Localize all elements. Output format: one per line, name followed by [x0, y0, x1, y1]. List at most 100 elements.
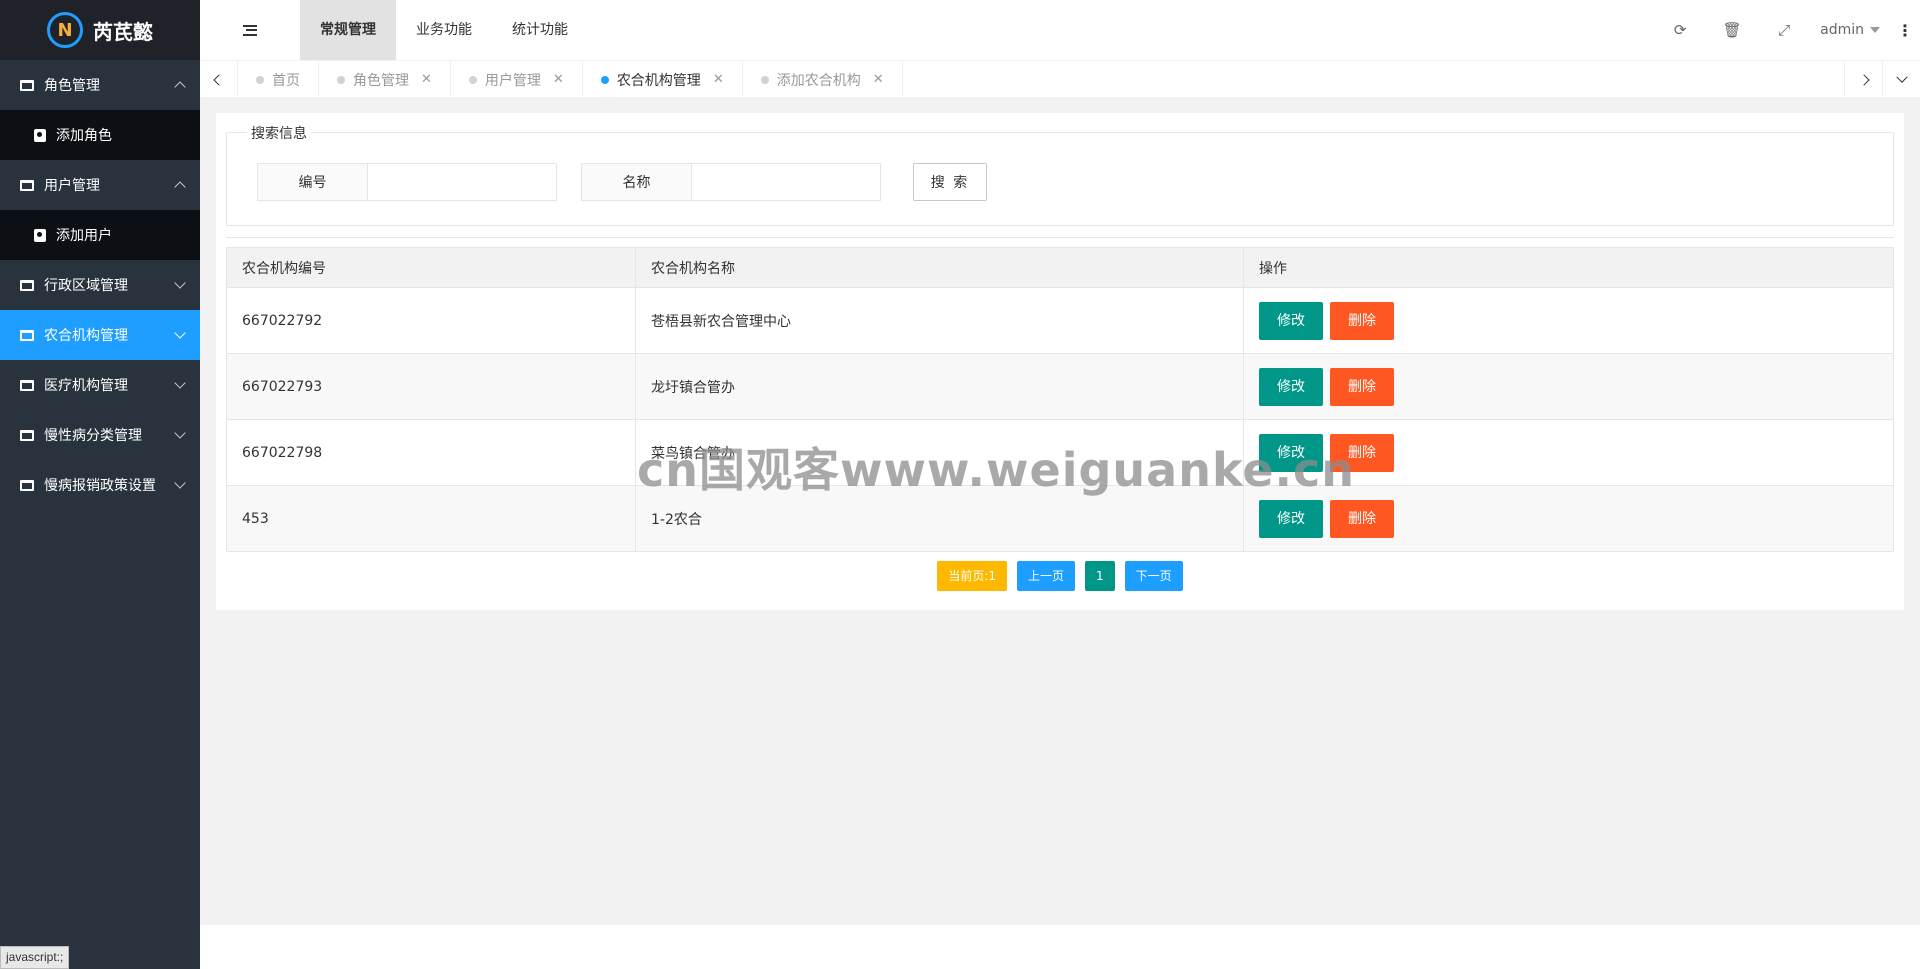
user-name: admin	[1820, 22, 1864, 38]
tab-dot-icon	[600, 75, 609, 84]
sidebar-item-label: 角色管理	[44, 78, 100, 94]
org-id-cell: 667022792	[226, 287, 636, 354]
close-icon[interactable]: ✕	[873, 72, 884, 87]
sidebar-item-label: 行政区域管理	[44, 278, 128, 294]
top-menu-business[interactable]: 业务功能	[396, 0, 492, 60]
chevron-down-icon	[174, 277, 186, 289]
tab-add-coop-org[interactable]: 添加农合机构 ✕	[743, 61, 903, 98]
sidebar-item-user[interactable]: 用户管理	[0, 160, 200, 210]
contact-icon	[34, 128, 46, 142]
trash-icon[interactable]: 🗑︎	[1706, 0, 1758, 60]
next-page-button[interactable]: 下一页	[1124, 561, 1183, 591]
id-input[interactable]	[367, 163, 557, 201]
top-header: 常规管理 业务功能 统计功能 ⟳ 🗑︎ ⤢ admin ⋮	[200, 0, 1920, 60]
org-name-cell: 龙圩镇合管办	[635, 353, 1244, 420]
indent-icon	[243, 24, 257, 36]
watermark: cn国观客www.weiguanke.cn	[637, 443, 1356, 497]
tab-coop-org[interactable]: 农合机构管理 ✕	[583, 61, 743, 98]
name-input[interactable]	[691, 163, 881, 201]
refresh-icon[interactable]: ⟳	[1654, 0, 1706, 60]
close-icon[interactable]: ✕	[553, 72, 564, 87]
sidebar-item-medical-org[interactable]: 医疗机构管理	[0, 360, 200, 410]
edit-button[interactable]: 修改	[1259, 499, 1323, 538]
user-menu[interactable]: admin	[1810, 22, 1890, 38]
logo-icon: N	[47, 12, 83, 48]
table-header-row: 农合机构编号 农合机构名称 操作	[226, 247, 1894, 288]
tab-label: 添加农合机构	[776, 72, 861, 89]
logo[interactable]: N 芮芪懿	[0, 0, 200, 60]
chevron-up-icon	[174, 181, 186, 193]
sidebar-item-role[interactable]: 角色管理	[0, 60, 200, 110]
pagination: 当前页:1 上一页 1 下一页	[216, 561, 1904, 591]
column-header[interactable]: 农合机构名称	[635, 247, 1244, 288]
tab-label: 农合机构管理	[616, 72, 701, 89]
sidebar-item-region[interactable]: 行政区域管理	[0, 260, 200, 310]
delete-button[interactable]: 删除	[1330, 499, 1394, 538]
sidebar-subitem-label: 添加用户	[56, 228, 112, 244]
sidebar-subitem-add-user[interactable]: 添加用户	[0, 210, 200, 260]
sidebar-item-label: 医疗机构管理	[44, 378, 128, 394]
divider	[226, 237, 1894, 238]
tab-dot-icon	[468, 75, 477, 84]
close-icon[interactable]: ✕	[421, 72, 432, 87]
window-icon	[20, 329, 34, 341]
org-id-cell: 667022793	[226, 353, 636, 420]
sidebar-item-label: 用户管理	[44, 178, 100, 194]
edit-button[interactable]: 修改	[1259, 367, 1323, 406]
window-icon	[20, 479, 34, 491]
close-icon[interactable]: ✕	[713, 72, 724, 87]
column-header[interactable]: 操作	[1243, 247, 1894, 288]
sidebar-item-reimbursement-policy[interactable]: 慢病报销政策设置	[0, 460, 200, 510]
chevron-up-icon	[174, 81, 186, 93]
tabs-scroll-right-button[interactable]	[1844, 61, 1882, 98]
delete-button[interactable]: 删除	[1330, 301, 1394, 340]
name-field-row: 名称	[581, 163, 881, 201]
column-header[interactable]: 农合机构编号	[226, 247, 636, 288]
edit-button[interactable]: 修改	[1259, 301, 1323, 340]
chevron-down-icon	[1895, 71, 1908, 83]
table-row: 667022793 龙圩镇合管办 修改 删除	[226, 353, 1894, 420]
sidebar-item-chronic-category[interactable]: 慢性病分类管理	[0, 410, 200, 460]
delete-button[interactable]: 删除	[1330, 367, 1394, 406]
logo-text: 芮芪懿	[93, 19, 153, 44]
top-menu-regular[interactable]: 常规管理	[300, 0, 396, 60]
tab-label: 角色管理	[353, 72, 409, 89]
page-number-button[interactable]: 1	[1085, 561, 1115, 591]
page-tabs: 首页 角色管理 ✕ 用户管理 ✕ 农合机构管理 ✕ 添加农合机构 ✕	[200, 60, 1920, 98]
id-field-row: 编号	[257, 163, 557, 201]
tab-home[interactable]: 首页	[238, 61, 319, 98]
footer-bar	[200, 925, 1920, 969]
tab-dot-icon	[760, 75, 769, 84]
chevron-down-icon	[174, 377, 186, 389]
name-field-label: 名称	[581, 163, 691, 201]
search-fieldset: 搜索信息 编号 名称 搜 索	[226, 123, 1894, 226]
browser-status-bar: javascript:;	[0, 946, 70, 969]
tab-user[interactable]: 用户管理 ✕	[451, 61, 583, 98]
caret-down-icon	[1870, 27, 1880, 33]
chevron-down-icon	[174, 477, 186, 489]
sidebar-subitem-add-role[interactable]: 添加角色	[0, 110, 200, 160]
tab-dot-icon	[256, 75, 264, 84]
actions-cell: 修改 删除	[1243, 287, 1894, 354]
sidebar-subitem-label: 添加角色	[56, 128, 112, 144]
tab-role[interactable]: 角色管理 ✕	[319, 61, 451, 98]
prev-page-button[interactable]: 上一页	[1017, 561, 1076, 591]
org-id-cell: 453	[226, 485, 636, 552]
tab-dot-icon	[337, 75, 345, 84]
more-vertical-icon[interactable]: ⋮	[1890, 0, 1920, 60]
content-card: 搜索信息 编号 名称 搜 索 农合机构编号 农合机构名称 操作 66702279…	[216, 113, 1904, 610]
chevron-down-icon	[174, 327, 186, 339]
tabs-menu-button[interactable]	[1882, 61, 1920, 98]
top-menu-statistics[interactable]: 统计功能	[492, 0, 588, 60]
actions-cell: 修改 删除	[1243, 353, 1894, 420]
tab-label: 首页	[272, 72, 300, 89]
window-icon	[20, 179, 34, 191]
sidebar: N 芮芪懿 角色管理 添加角色 用户管理 添加用户 行政区域管理 农合机构管理 …	[0, 0, 200, 969]
header-tools: ⟳ 🗑︎ ⤢ admin ⋮	[1654, 0, 1920, 60]
contact-icon	[34, 228, 46, 242]
sidebar-item-coop-org[interactable]: 农合机构管理	[0, 310, 200, 360]
menu-toggle-button[interactable]	[200, 0, 300, 60]
search-button[interactable]: 搜 索	[913, 163, 987, 201]
tabs-scroll-left-button[interactable]	[200, 61, 238, 98]
fullscreen-icon[interactable]: ⤢	[1758, 0, 1810, 60]
